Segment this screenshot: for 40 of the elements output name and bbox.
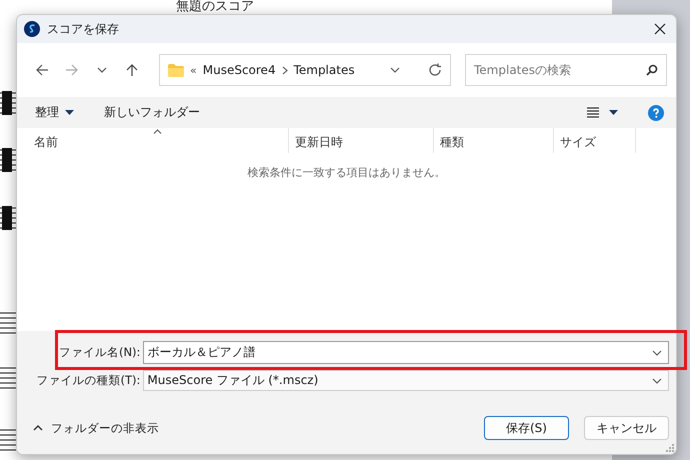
new-folder-button[interactable]: 新しいフォルダー (104, 104, 200, 121)
chevron-down-icon (652, 378, 662, 384)
breadcrumb[interactable]: Templates (294, 63, 355, 77)
organize-menu-button[interactable]: 整理 (35, 104, 74, 121)
help-button[interactable] (648, 104, 664, 120)
close-icon (654, 23, 666, 35)
overflow-marker[interactable]: « (190, 64, 197, 76)
caret-icon (65, 110, 74, 115)
back-arrow-icon[interactable] (35, 63, 49, 77)
save-button[interactable]: 保存(S) (484, 416, 569, 440)
empty-message: 検索条件に一致する項目はありません。 (248, 165, 446, 180)
hide-folders-button[interactable]: フォルダーの非表示 (33, 420, 159, 436)
chevron-up-icon (33, 425, 43, 431)
close-button[interactable] (652, 23, 668, 35)
column-header[interactable]: 更新日時 (289, 128, 434, 153)
search-field[interactable]: Templatesの検索 (465, 54, 667, 86)
field-label: ファイルの種類(T): (36, 373, 142, 388)
field-label: ファイル名(N): (58, 345, 142, 360)
file-type-dropdown[interactable]: MuseScore ファイル (*.mscz) (143, 370, 669, 391)
view-options-button[interactable] (587, 107, 618, 118)
refresh-icon[interactable] (428, 63, 442, 77)
chevron-right-icon (282, 66, 288, 74)
address-bar[interactable]: « MuseScore4 Templates (159, 54, 451, 86)
list-view-icon (587, 107, 599, 118)
cancel-button[interactable]: キャンセル (584, 416, 669, 440)
help-icon (648, 104, 664, 120)
breadcrumb[interactable]: MuseScore4 (202, 63, 276, 77)
caret-icon (609, 110, 618, 115)
column-header[interactable]: 種類 (434, 128, 554, 153)
column-header[interactable]: サイズ (554, 128, 636, 153)
up-arrow-icon[interactable] (125, 63, 139, 77)
folder-icon (168, 64, 184, 76)
chevron-down-icon (652, 350, 662, 356)
resize-grip-icon (665, 443, 674, 452)
column-header[interactable]: 名前 (17, 128, 289, 153)
dropdown-chevron-icon[interactable] (390, 67, 400, 73)
app-logo-icon (24, 21, 40, 37)
window-title: スコアを保存 (47, 20, 120, 38)
search-icon (646, 64, 658, 76)
file-name-field[interactable]: ボーカル＆ピアノ譜 (143, 341, 669, 364)
